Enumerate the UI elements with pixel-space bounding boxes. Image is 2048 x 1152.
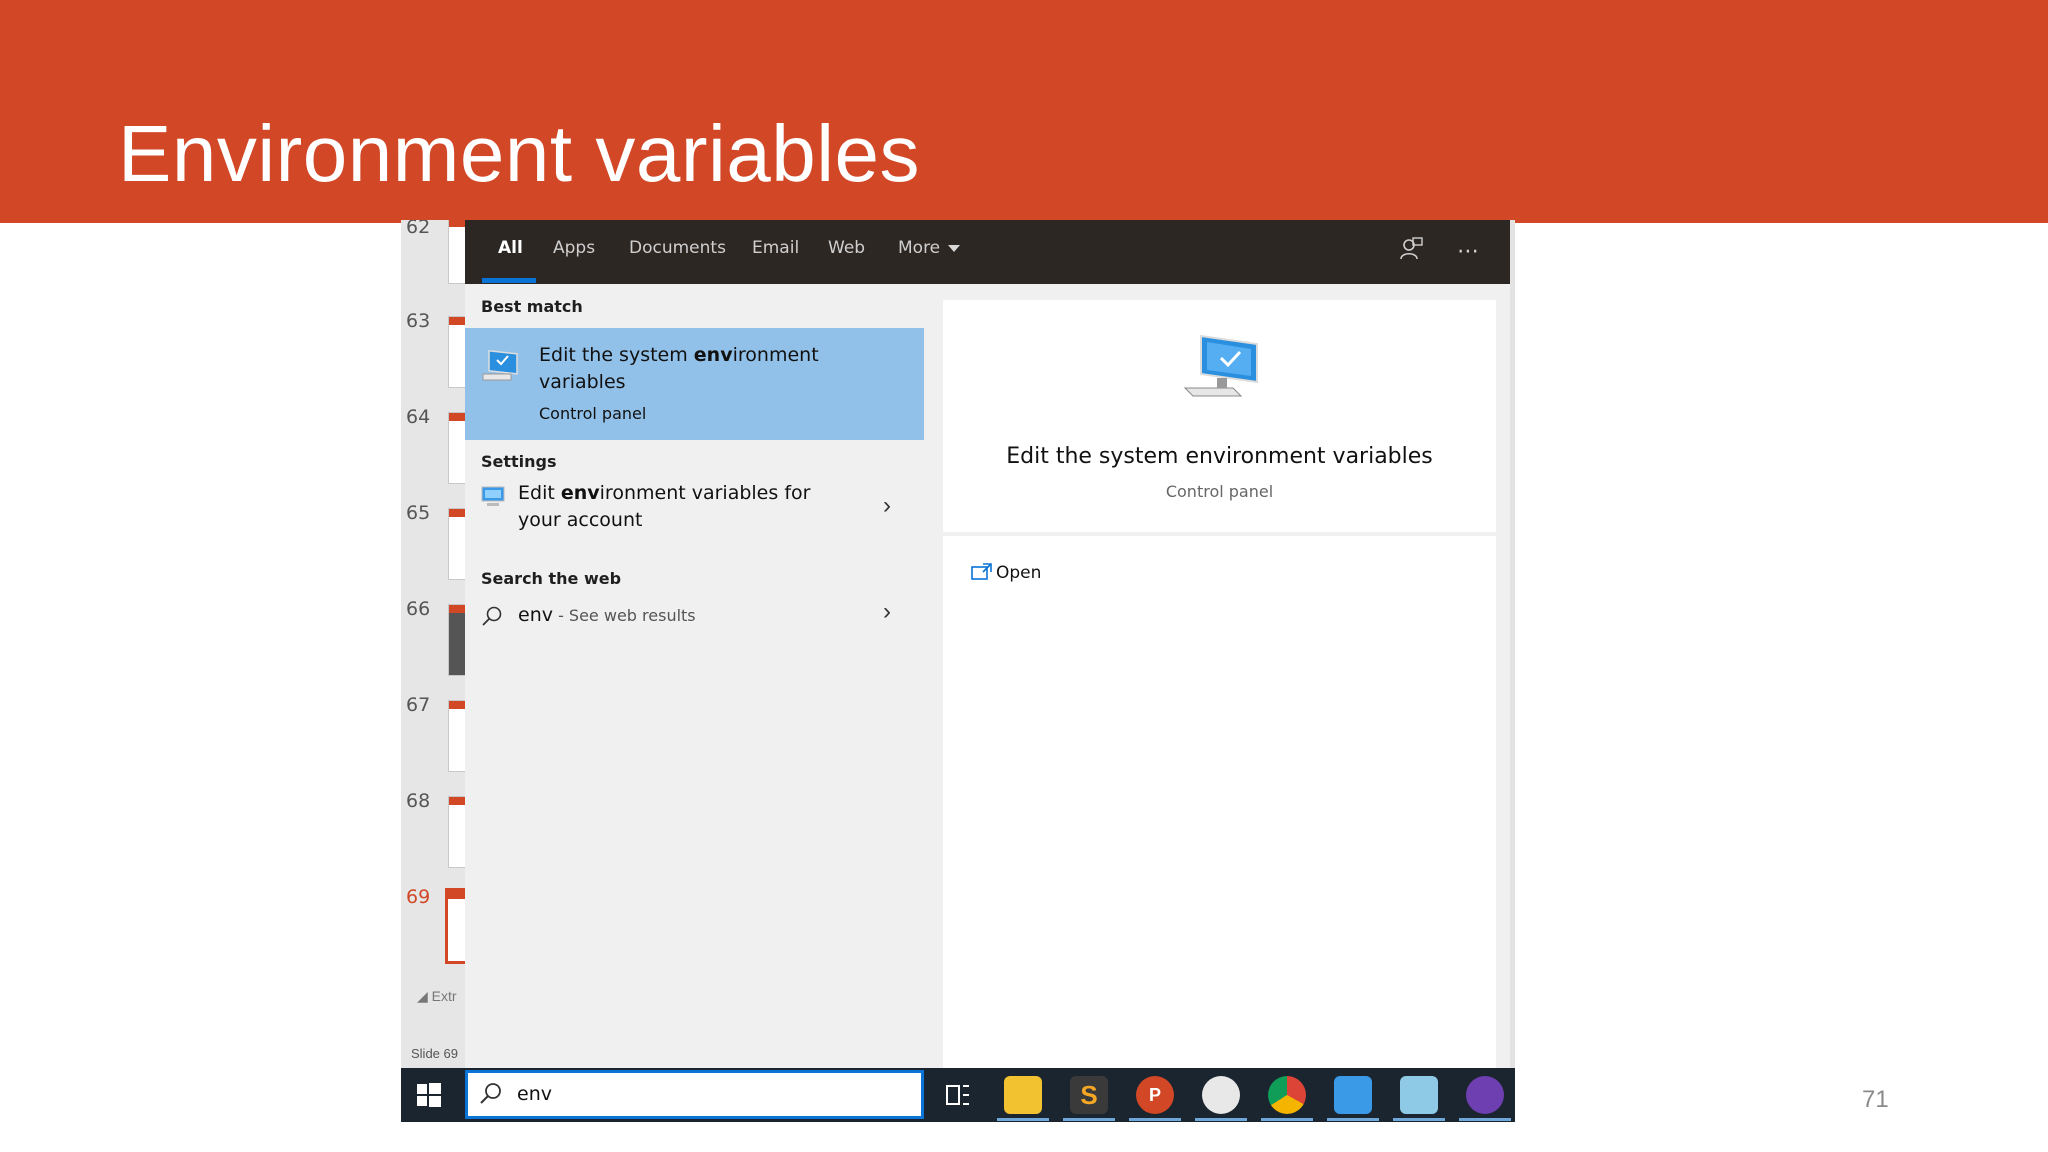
slide-number: 64 — [406, 406, 431, 428]
file-explorer-icon[interactable] — [1004, 1076, 1042, 1114]
best-match-subtitle: Control panel — [539, 404, 647, 423]
result-preview-pane: Edit the system environment variables Co… — [926, 284, 1510, 1068]
chevron-down-icon — [948, 244, 961, 252]
extra-section-label[interactable]: ◢ Extr — [417, 988, 457, 1005]
open-action[interactable]: Open — [943, 554, 1496, 598]
powerpoint-icon[interactable]: P — [1136, 1076, 1174, 1114]
tab-all[interactable]: All — [498, 238, 523, 258]
results-list: Best match Edit the system environment v… — [465, 284, 924, 1068]
open-label: Open — [996, 563, 1042, 583]
slide-number: 65 — [406, 502, 431, 524]
notepad-icon[interactable] — [1400, 1076, 1438, 1114]
slide-number-active: 69 — [406, 886, 431, 908]
settings-result[interactable]: Edit environment variables for your acco… — [465, 480, 924, 546]
active-tab-indicator — [482, 278, 536, 283]
preview-subtitle: Control panel — [1165, 482, 1274, 501]
slide-number: 67 — [406, 694, 431, 716]
web-result[interactable]: env - See web results › — [465, 598, 924, 642]
title-part: Edit — [518, 482, 561, 504]
feedback-icon[interactable] — [1396, 236, 1426, 266]
task-view-icon[interactable] — [939, 1076, 977, 1114]
search-icon — [481, 606, 503, 633]
tab-email[interactable]: Email — [752, 238, 799, 258]
slide-number: 66 — [406, 598, 431, 620]
search-input[interactable]: env — [517, 1083, 552, 1105]
tab-more[interactable]: More — [898, 238, 961, 258]
windows-start-icon[interactable] — [415, 1081, 443, 1109]
computer-check-icon — [481, 348, 523, 389]
github-icon[interactable] — [1466, 1076, 1504, 1114]
slide-number: 63 — [406, 310, 431, 332]
running-indicator — [1195, 1118, 1247, 1121]
background-window-edge — [1510, 220, 1515, 1068]
search-flyout: All Apps Documents Email Web More ⋯ Best… — [465, 220, 1510, 1068]
tab-apps[interactable]: Apps — [553, 238, 595, 258]
slide-status: Slide 69 — [411, 1046, 458, 1061]
title-highlight: env — [693, 344, 733, 366]
running-indicator — [1063, 1118, 1115, 1121]
slide-number: 68 — [406, 790, 431, 812]
running-indicator — [1393, 1118, 1445, 1121]
web-query: env — [518, 604, 553, 626]
preview-title: Edit the system environment variables — [1006, 444, 1433, 469]
settings-heading: Settings — [481, 452, 557, 471]
chevron-right-icon[interactable]: › — [883, 598, 891, 626]
more-options-icon[interactable]: ⋯ — [1453, 236, 1483, 266]
running-indicator — [1261, 1118, 1313, 1121]
web-result-title: env - See web results — [518, 602, 848, 629]
paint-icon[interactable] — [1202, 1076, 1240, 1114]
screenshot-region: 62 63 64 65 66 67 68 69 ◢ Extr Slide 69 … — [401, 220, 1515, 1122]
taskbar: env S P — [401, 1068, 1515, 1122]
web-suffix: - See web results — [552, 606, 696, 625]
running-indicator — [1459, 1118, 1511, 1121]
best-match-title: Edit the system environment variables — [539, 342, 869, 396]
taskbar-search-box[interactable]: env — [465, 1070, 924, 1119]
slide-title: Environment variables — [118, 109, 920, 198]
preview-card: Edit the system environment variables Co… — [943, 300, 1496, 532]
settings-result-title: Edit environment variables for your acco… — [518, 480, 848, 534]
slide-thumbnail-pane: 62 63 64 65 66 67 68 69 ◢ Extr Slide 69 — [401, 220, 469, 1068]
running-indicator — [997, 1118, 1049, 1121]
best-match-heading: Best match — [481, 297, 583, 316]
chrome-icon[interactable] — [1268, 1076, 1306, 1114]
tab-more-label: More — [898, 238, 941, 258]
tab-web[interactable]: Web — [828, 238, 865, 258]
search-web-heading: Search the web — [481, 569, 622, 588]
computer-check-icon — [1181, 332, 1261, 411]
search-filter-bar: All Apps Documents Email Web More ⋯ — [465, 220, 1510, 284]
running-indicator — [1129, 1118, 1181, 1121]
slide-number: 62 — [406, 220, 431, 238]
chevron-right-icon[interactable]: › — [883, 492, 891, 520]
control-panel-icon[interactable] — [1334, 1076, 1372, 1114]
monitor-settings-icon — [481, 486, 505, 513]
sublime-text-icon[interactable]: S — [1070, 1076, 1108, 1114]
running-indicator — [1327, 1118, 1379, 1121]
best-match-result[interactable]: Edit the system environment variables Co… — [465, 328, 924, 440]
open-external-icon — [971, 562, 993, 587]
search-icon — [478, 1081, 506, 1109]
page-number: 71 — [1862, 1086, 1889, 1113]
presentation-slide: Environment variables 62 63 64 65 66 67 … — [0, 0, 2048, 1152]
title-highlight: env — [560, 482, 600, 504]
preview-actions: Open — [943, 536, 1496, 1068]
tab-documents[interactable]: Documents — [629, 238, 726, 258]
title-part: Edit the system — [539, 344, 694, 366]
